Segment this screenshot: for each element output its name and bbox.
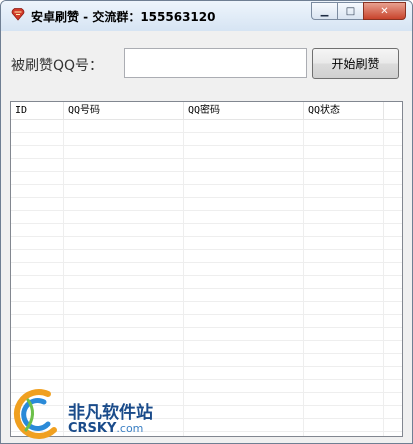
column-divider	[183, 120, 184, 436]
qq-number-input[interactable]	[124, 48, 307, 78]
minimize-icon: ▁	[320, 5, 329, 17]
client-area: 被刷赞QQ号： 开始刷赞 ID QQ号码 QQ密码 QQ状态	[7, 31, 406, 439]
watermark-name-cn: 非凡软件站	[68, 403, 153, 423]
column-divider	[383, 120, 384, 436]
app-window: 安卓刷赞 - 交流群：155563120 ▁ □ ✕ 被刷赞QQ号： 开始刷赞 …	[0, 0, 413, 444]
watermark-name-en: CRSKY.com	[68, 421, 143, 436]
column-header-qq-password[interactable]: QQ密码	[184, 102, 304, 119]
maximize-icon: □	[345, 5, 356, 17]
maximize-button[interactable]: □	[337, 2, 363, 20]
heart-shield-icon	[11, 8, 25, 21]
column-header-qq-number[interactable]: QQ号码	[64, 102, 184, 119]
start-like-button[interactable]: 开始刷赞	[312, 48, 399, 79]
column-header-id[interactable]: ID	[11, 102, 64, 119]
window-title: 安卓刷赞 - 交流群：155563120	[31, 10, 216, 24]
watermark-brand: CRSKY	[68, 421, 117, 436]
qq-number-label: 被刷赞QQ号：	[11, 58, 104, 74]
crsky-logo-icon	[13, 389, 57, 439]
close-button[interactable]: ✕	[363, 2, 406, 20]
minimize-button[interactable]: ▁	[311, 2, 337, 20]
close-icon: ✕	[380, 5, 389, 17]
watermark-domain-suffix: .com	[116, 422, 144, 435]
title-bar[interactable]: 安卓刷赞 - 交流群：155563120 ▁ □ ✕	[1, 1, 412, 31]
crsky-watermark: 非凡软件站 CRSKY.com	[0, 384, 170, 444]
caption-buttons: ▁ □ ✕	[311, 2, 406, 21]
list-header: ID QQ号码 QQ密码 QQ状态	[11, 102, 402, 120]
column-header-qq-status[interactable]: QQ状态	[304, 102, 384, 119]
column-divider	[303, 120, 304, 436]
